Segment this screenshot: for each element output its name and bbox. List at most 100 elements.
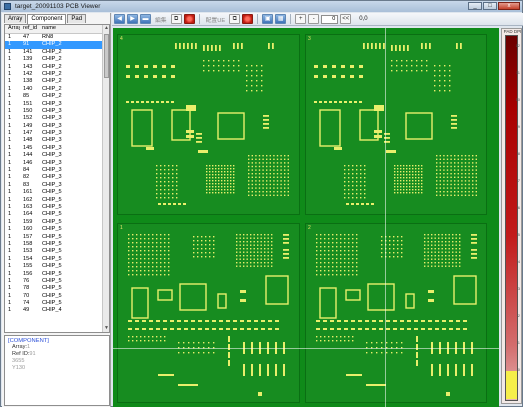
offset-input[interactable]: 0 — [321, 14, 339, 24]
table-row[interactable]: 1 84 CHIP_3 — [5, 167, 109, 174]
scroll-thumb[interactable] — [104, 34, 109, 78]
image-icon[interactable]: ▣ — [262, 14, 274, 24]
cell-array: 1 — [8, 189, 12, 196]
cell-array: 1 — [8, 203, 12, 210]
scroll-up-icon[interactable]: ▲ — [103, 25, 109, 32]
cell-ref-id: 149 — [23, 122, 33, 129]
board-array-1[interactable]: 1 — [117, 223, 300, 403]
minimize-button[interactable]: _ — [468, 2, 482, 10]
table-row[interactable]: 1 148 CHIP_3 — [5, 137, 109, 144]
color-scale-tick: 5 — [517, 232, 520, 237]
cell-name: CHIP_3 — [42, 152, 62, 159]
table-row[interactable]: 1 162 CHIP_5 — [5, 197, 109, 204]
tab-component[interactable]: Component — [27, 14, 67, 24]
table-row[interactable]: 1 154 CHIP_5 — [5, 256, 109, 263]
table-row[interactable]: 1 163 CHIP_5 — [5, 204, 109, 211]
zoom-in-button[interactable]: + — [295, 14, 307, 24]
table-row[interactable]: 1 143 CHIP_2 — [5, 64, 109, 71]
table-row[interactable]: 1 158 CHIP_5 — [5, 241, 109, 248]
table-row[interactable]: 1 151 CHIP_3 — [5, 101, 109, 108]
column-header-ref-id[interactable]: ref_id — [20, 25, 39, 33]
table-row[interactable]: 1 142 CHIP_2 — [5, 71, 109, 78]
cell-array: 1 — [8, 270, 12, 277]
cell-name: CHIP_5 — [42, 263, 62, 270]
forward-button[interactable]: ▶ — [127, 14, 138, 24]
cell-ref-id: 151 — [23, 100, 33, 107]
layer-button[interactable]: ▬ — [140, 14, 151, 24]
tab-array[interactable]: Array — [4, 14, 27, 23]
table-row[interactable]: 1 138 CHIP_2 — [5, 78, 109, 85]
cell-name: CHIP_5 — [42, 218, 62, 225]
table-row[interactable]: 1 76 CHIP_5 — [5, 278, 109, 285]
table-row[interactable]: 1 49 CHIP_4 — [5, 307, 109, 314]
rewind-button[interactable]: << — [340, 14, 352, 24]
cell-ref-id: 155 — [23, 263, 33, 270]
table-row[interactable]: 1 147 CHIP_3 — [5, 130, 109, 137]
table-row[interactable]: 1 141 CHIP_2 — [5, 49, 109, 56]
close-button[interactable]: x — [498, 2, 520, 10]
cell-name: CHIP_2 — [42, 85, 62, 92]
cell-array: 1 — [8, 137, 12, 144]
cell-name: CHIP_3 — [42, 130, 62, 137]
table-row[interactable]: 1 145 CHIP_3 — [5, 145, 109, 152]
color-scale-tick: 2 — [517, 313, 520, 318]
table-row[interactable]: 1 155 CHIP_5 — [5, 263, 109, 270]
table-row[interactable]: 1 150 CHIP_3 — [5, 108, 109, 115]
pcb-pad-layout — [126, 43, 289, 205]
table-row[interactable]: 1 70 CHIP_5 — [5, 293, 109, 300]
stop-placement-button[interactable] — [242, 14, 254, 24]
board-array-4[interactable]: 4 — [117, 34, 300, 215]
cell-array: 1 — [8, 122, 12, 129]
table-row[interactable]: 1 82 CHIP_3 — [5, 174, 109, 181]
table-row[interactable]: 1 140 CHIP_2 — [5, 86, 109, 93]
cell-ref-id: 139 — [23, 56, 33, 63]
table-row[interactable]: 1 139 CHIP_2 — [5, 56, 109, 63]
table-row[interactable]: 1 85 CHIP_2 — [5, 93, 109, 100]
table-row[interactable]: 1 161 CHIP_5 — [5, 189, 109, 196]
tab-strip: Array Component Pad — [4, 14, 87, 24]
table-row[interactable]: 1 157 CHIP_5 — [5, 234, 109, 241]
cell-ref-id: 160 — [23, 226, 33, 233]
board-array-3[interactable]: 3 — [305, 34, 487, 215]
table-row[interactable]: 1 164 CHIP_5 — [5, 211, 109, 218]
zoom-out-button[interactable]: - — [308, 14, 320, 24]
table-row[interactable]: 1 78 CHIP_5 — [5, 285, 109, 292]
pcb-canvas[interactable]: 4 3 1 2 — [113, 28, 499, 407]
component-grid[interactable]: Array ref_id name 147RN8191CHIP_21141CHI… — [4, 24, 110, 333]
table-row[interactable]: 1 74 CHIP_5 — [5, 300, 109, 307]
table-row[interactable]: 1 149 CHIP_3 — [5, 123, 109, 130]
coordinate-readout: 0,0 — [359, 16, 368, 22]
table-row[interactable]: 1 153 CHIP_5 — [5, 248, 109, 255]
cell-ref-id: 158 — [23, 240, 33, 247]
grid-scrollbar[interactable]: ▲ ▼ — [102, 25, 109, 332]
cell-name: CHIP_3 — [42, 174, 62, 181]
toolbar-divider — [290, 14, 292, 24]
table-row[interactable]: 1 152 CHIP_3 — [5, 115, 109, 122]
copy-button[interactable]: ⧉ — [170, 14, 182, 24]
tab-pad[interactable]: Pad — [67, 14, 87, 23]
cell-name: CHIP_3 — [42, 144, 62, 151]
grid-view-icon[interactable]: ▦ — [275, 14, 287, 24]
table-row[interactable]: 1 47 RN8 — [5, 34, 109, 41]
cell-array: 1 — [8, 144, 12, 151]
cell-array: 1 — [8, 307, 12, 314]
color-scale-tick: 4 — [517, 259, 520, 264]
column-header-name[interactable]: name — [39, 25, 99, 33]
scroll-down-icon[interactable]: ▼ — [103, 325, 109, 332]
maximize-button[interactable]: □ — [483, 2, 497, 10]
table-row[interactable]: 1 144 CHIP_3 — [5, 152, 109, 159]
stop-edit-button[interactable] — [183, 14, 195, 24]
table-row[interactable]: 1 83 CHIP_3 — [5, 182, 109, 189]
table-row[interactable]: 1 156 CHIP_5 — [5, 271, 109, 278]
color-scale-gradient — [505, 35, 518, 401]
column-header-array[interactable]: Array — [5, 25, 20, 33]
color-scale-tick: 3 — [517, 286, 520, 291]
table-row[interactable]: 1 146 CHIP_3 — [5, 160, 109, 167]
table-row[interactable]: 1 91 CHIP_2 — [5, 41, 109, 49]
paste-button[interactable]: ⧉ — [229, 14, 241, 24]
board-array-2[interactable]: 2 — [305, 223, 487, 403]
table-row[interactable]: 1 159 CHIP_5 — [5, 219, 109, 226]
back-button[interactable]: ◀ — [114, 14, 125, 24]
color-scale-bar: PAD DPI 12 11 10 9 8 7 6 5 4 3 2 1 0 — [501, 28, 522, 404]
table-row[interactable]: 1 160 CHIP_5 — [5, 226, 109, 233]
